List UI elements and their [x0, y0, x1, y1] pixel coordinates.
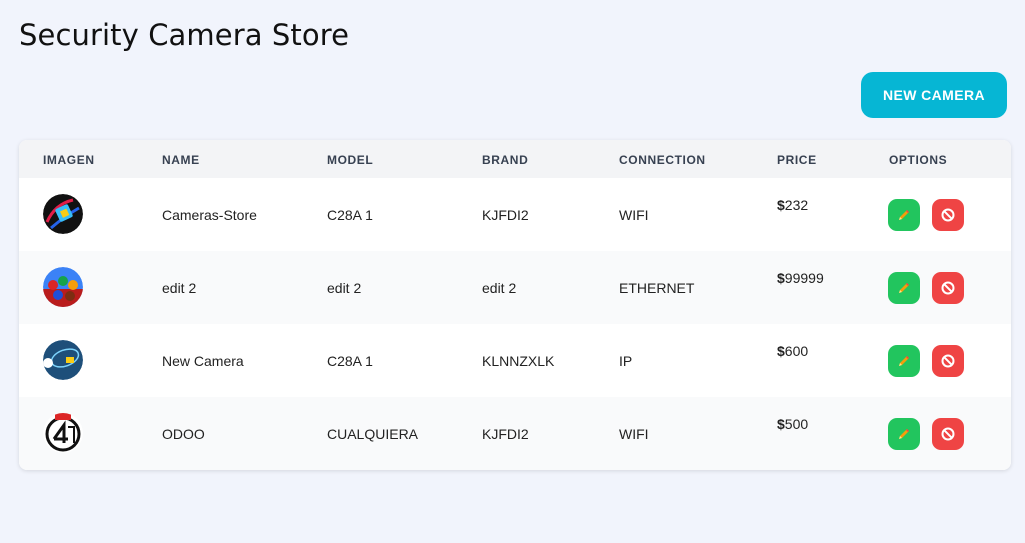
camera-connection: ETHERNET: [619, 280, 695, 296]
marvel-logo-avatar: [43, 413, 83, 453]
pencil-icon: [899, 210, 909, 220]
edit-button[interactable]: [888, 199, 920, 231]
camera-brand: KJFDI2: [482, 426, 529, 442]
price-value: 99999: [784, 270, 824, 286]
camera-price: $600: [777, 343, 808, 359]
ban-icon: [941, 208, 955, 222]
column-header-options: OPTIONS: [889, 153, 948, 167]
delete-button[interactable]: [932, 272, 964, 304]
price-value: 500: [784, 416, 809, 432]
edit-button[interactable]: [888, 345, 920, 377]
table-header: IMAGEN NAME MODEL BRAND CONNECTION PRICE…: [19, 140, 1011, 178]
delete-button[interactable]: [932, 418, 964, 450]
camera-brand: edit 2: [482, 280, 517, 296]
ban-icon: [941, 354, 955, 368]
currency-symbol: $: [777, 416, 785, 432]
camera-name: New Camera: [162, 353, 244, 369]
column-header-brand: BRAND: [482, 153, 529, 167]
pencil-icon: [899, 283, 909, 293]
delete-button[interactable]: [932, 199, 964, 231]
camera-connection: IP: [619, 353, 633, 369]
table-row: ODOO CUALQUIERA KJFDI2 WIFI $500: [19, 397, 1011, 470]
camera-model: CUALQUIERA: [327, 426, 419, 442]
column-header-price: PRICE: [777, 153, 817, 167]
camera-price: $99999: [777, 270, 824, 286]
camera-brand: KLNNZXLK: [482, 353, 555, 369]
column-header-connection: CONNECTION: [619, 153, 706, 167]
pencil-icon: [899, 356, 909, 366]
camera-connection: WIFI: [619, 207, 649, 223]
planet-logo-avatar: [43, 340, 83, 380]
camera-logo-avatar: [43, 194, 83, 234]
camera-model: edit 2: [327, 280, 362, 296]
camera-brand: KJFDI2: [482, 207, 529, 223]
camera-model: C28A 1: [327, 353, 373, 369]
column-header-name: NAME: [162, 153, 200, 167]
ban-icon: [941, 281, 955, 295]
table-row: Cameras-Store C28A 1 KJFDI2 WIFI $232: [19, 178, 1011, 251]
camera-price: $500: [777, 416, 808, 432]
currency-symbol: $: [777, 343, 785, 359]
page-title: Security Camera Store: [19, 18, 350, 52]
column-header-imagen: IMAGEN: [43, 153, 95, 167]
new-camera-button[interactable]: NEW CAMERA: [861, 72, 1007, 118]
ban-icon: [941, 427, 955, 441]
table-row: edit 2 edit 2 edit 2 ETHERNET $99999: [19, 251, 1011, 324]
currency-symbol: $: [777, 197, 785, 213]
column-header-model: MODEL: [327, 153, 374, 167]
crowd-photo-avatar: [43, 267, 83, 307]
delete-button[interactable]: [932, 345, 964, 377]
pencil-icon: [899, 429, 909, 439]
camera-connection: WIFI: [619, 426, 649, 442]
camera-name: Cameras-Store: [162, 207, 257, 223]
edit-button[interactable]: [888, 272, 920, 304]
price-value: 600: [784, 343, 809, 359]
currency-symbol: $: [777, 270, 785, 286]
camera-model: C28A 1: [327, 207, 373, 223]
cameras-table: IMAGEN NAME MODEL BRAND CONNECTION PRICE…: [19, 140, 1011, 470]
edit-button[interactable]: [888, 418, 920, 450]
camera-name: edit 2: [162, 280, 197, 296]
camera-price: $232: [777, 197, 808, 213]
camera-name: ODOO: [162, 426, 205, 442]
table-row: New Camera C28A 1 KLNNZXLK IP $600: [19, 324, 1011, 397]
price-value: 232: [784, 197, 809, 213]
